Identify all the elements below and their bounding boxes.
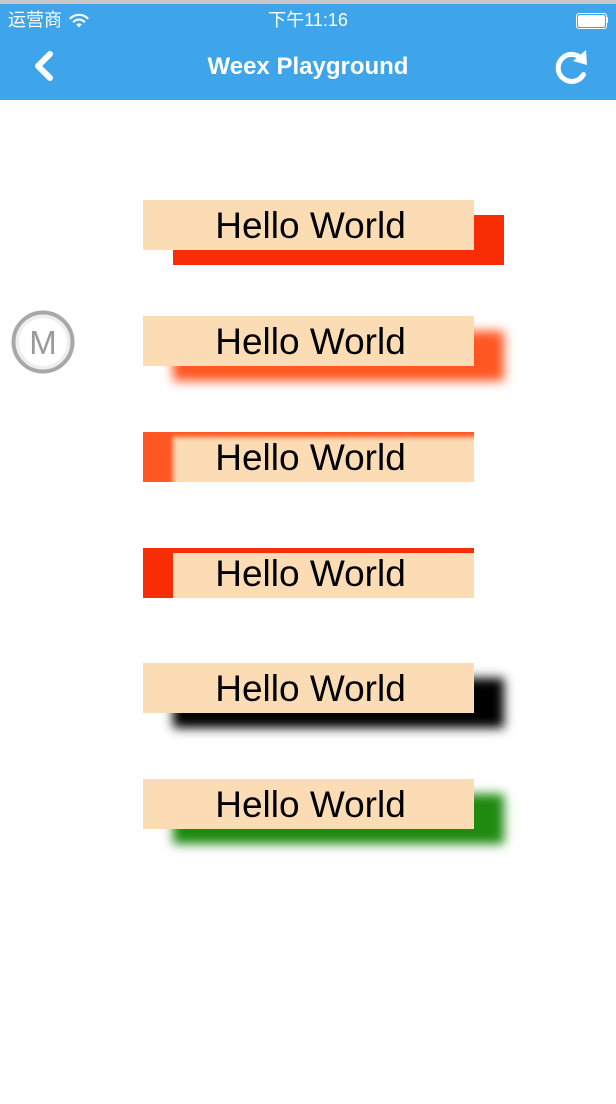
status-time: 下午11:16 [268, 10, 348, 30]
reload-button[interactable] [550, 46, 594, 90]
navigation-bar: Weex Playground [0, 36, 616, 100]
hello-world-box-2: Hello World [143, 316, 474, 366]
reload-icon [555, 50, 587, 84]
hello-world-box-5: Hello World [143, 663, 474, 713]
battery-icon [576, 13, 608, 29]
hello-world-box-1: Hello World [143, 200, 474, 250]
hello-world-box-6: Hello World [143, 779, 474, 829]
hello-world-text: Hello World [215, 552, 406, 594]
m-logo-icon: M [11, 310, 75, 374]
hello-world-text: Hello World [215, 320, 406, 362]
hello-world-text: Hello World [215, 667, 406, 709]
hello-world-text: Hello World [215, 436, 406, 478]
m-logo-letter: M [29, 324, 57, 361]
floating-m-button[interactable]: M [11, 310, 75, 374]
hello-world-box-4: Hello World [143, 548, 474, 598]
page-title: Weex Playground [207, 53, 409, 80]
hello-world-text: Hello World [215, 783, 406, 825]
hello-world-box-3: Hello World [143, 432, 474, 482]
hello-world-text: Hello World [215, 204, 406, 246]
status-bar: 运营商 下午11:16 [0, 4, 616, 36]
